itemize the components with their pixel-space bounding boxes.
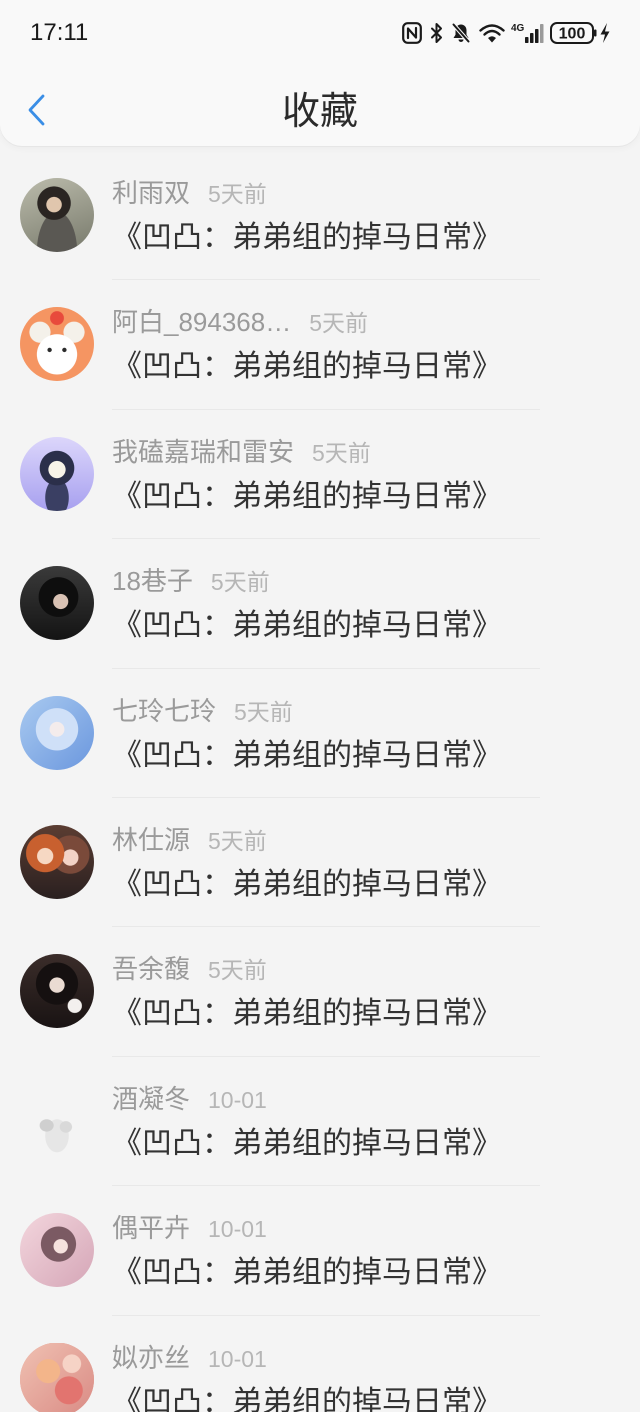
list-item[interactable]: 18巷子 5天前《凹凸：弟弟组的掉马日常》 <box>0 539 640 669</box>
charging-bolt-icon <box>600 23 610 43</box>
avatar[interactable] <box>20 695 94 770</box>
item-meta: 阿白_894368… 5天前 <box>112 307 368 337</box>
cell-signal-icon: 4G <box>511 23 544 43</box>
timestamp: 5天前 <box>210 569 270 596</box>
list-item[interactable]: 酒凝冬 10-01 《凹凸：弟弟组的掉马日常》 <box>0 1057 640 1187</box>
favorites-list: 利雨双 5天前 《凹凸：弟弟组的掉马日常》 阿白_894368… 5天前 《凹凸：弟弟组的… <box>0 151 640 1412</box>
user-name[interactable]: 姒亦丝 <box>112 1343 190 1373</box>
wifi-icon <box>479 24 505 43</box>
timestamp: 5天前 <box>234 698 293 725</box>
user-name[interactable]: 我磕嘉瑞和雷安 <box>112 437 294 467</box>
user-name[interactable]: 七玲七玲 <box>112 696 216 726</box>
list-item[interactable]: 姒亦丝 10-01 《凹凸：弟弟组的掉马日常》 <box>0 1316 640 1412</box>
item-meta: 林仕源 5天前 <box>112 825 267 855</box>
avatar[interactable] <box>20 307 94 382</box>
user-name[interactable]: 酒凝冬 <box>112 1084 190 1114</box>
list-item[interactable]: 吾余馥 5天前《凹凸：弟弟组的掉马日常》 <box>0 927 640 1057</box>
work-title[interactable]: 《凹凸：弟弟组的掉马日常》 <box>112 736 502 776</box>
chevron-left-icon <box>28 94 45 126</box>
app-header: 17:11 4G 100 收藏 <box>0 0 640 146</box>
nfc-icon <box>402 22 422 44</box>
timestamp: 5天前 <box>208 957 267 984</box>
user-name[interactable]: 18巷子 <box>112 566 193 596</box>
avatar[interactable] <box>20 1342 94 1412</box>
user-name[interactable]: 吾余馥 <box>112 954 190 984</box>
item-meta: 我磕嘉瑞和雷安 5天前 <box>112 437 371 467</box>
avatar[interactable] <box>20 436 94 511</box>
bell-mute-icon <box>452 23 470 43</box>
list-item[interactable]: 我磕嘉瑞和雷安 5天前《凹凸：弟弟组的掉马日常》 <box>0 410 640 540</box>
work-title[interactable]: 《凹凸：弟弟组的掉马日常》 <box>112 994 502 1034</box>
work-title[interactable]: 《凹凸：弟弟组的掉马日常》 <box>112 1383 502 1412</box>
item-meta: 姒亦丝 10-01 <box>112 1343 267 1373</box>
item-meta: 七玲七玲 5天前 <box>112 696 293 726</box>
work-title[interactable]: 《凹凸：弟弟组的掉马日常》 <box>112 1124 502 1164</box>
avatar[interactable] <box>20 824 94 899</box>
clock: 17:11 <box>30 19 89 46</box>
user-name[interactable]: 利雨双 <box>112 178 190 208</box>
work-title[interactable]: 《凹凸：弟弟组的掉马日常》 <box>112 477 502 517</box>
timestamp: 5天前 <box>309 310 369 337</box>
list-item[interactable]: 七玲七玲 5天前《凹凸：弟弟组的掉马日常》 <box>0 669 640 798</box>
item-meta: 酒凝冬 10-01 <box>112 1084 267 1114</box>
timestamp: 10-01 <box>208 1086 267 1113</box>
list-item[interactable]: 阿白_894368… 5天前《凹凸：弟弟组的掉马日常》 <box>0 280 640 410</box>
network-type-label: 4G <box>511 23 525 34</box>
avatar[interactable] <box>20 566 94 641</box>
work-title[interactable]: 《凹凸：弟弟组的掉马日常》 <box>112 347 502 387</box>
avatar[interactable] <box>20 1083 94 1158</box>
avatar[interactable] <box>20 178 94 252</box>
item-meta: 利雨双 5天前 <box>112 178 267 208</box>
user-name[interactable]: 阿白_894368… <box>112 307 291 337</box>
list-item[interactable]: 偶平卉 10-01 《凹凸：弟弟组的掉马日常》 <box>0 1186 640 1316</box>
work-title[interactable]: 《凹凸：弟弟组的掉马日常》 <box>112 606 502 646</box>
work-title[interactable]: 《凹凸：弟弟组的掉马日常》 <box>112 1253 502 1293</box>
list-item[interactable]: 林仕源 5天前《凹凸：弟弟组的掉马日常》 <box>0 798 640 928</box>
item-meta: 吾余馥 5天前 <box>112 954 267 984</box>
timestamp: 10-01 <box>208 1345 267 1372</box>
avatar[interactable] <box>20 1213 94 1288</box>
user-name[interactable]: 偶平卉 <box>112 1213 190 1243</box>
bluetooth-icon <box>431 23 442 43</box>
item-meta: 偶平卉 10-01 <box>112 1213 267 1243</box>
timestamp: 5天前 <box>312 439 371 466</box>
page-title: 收藏 <box>281 91 358 133</box>
work-title[interactable]: 《凹凸：弟弟组的掉马日常》 <box>112 218 502 258</box>
battery-icon: 100 <box>550 22 597 44</box>
item-meta: 18巷子 5天前 <box>112 566 270 596</box>
timestamp: 5天前 <box>208 181 267 207</box>
user-name[interactable]: 林仕源 <box>112 825 190 855</box>
battery-level: 100 <box>559 26 586 43</box>
timestamp: 10-01 <box>208 1216 267 1243</box>
list-item[interactable]: 利雨双 5天前《凹凸：弟弟组的掉马日常》 <box>0 151 640 281</box>
back-button[interactable] <box>18 86 58 136</box>
avatar[interactable] <box>20 954 94 1029</box>
timestamp: 5天前 <box>208 827 267 854</box>
work-title[interactable]: 《凹凸：弟弟组的掉马日常》 <box>112 865 502 905</box>
